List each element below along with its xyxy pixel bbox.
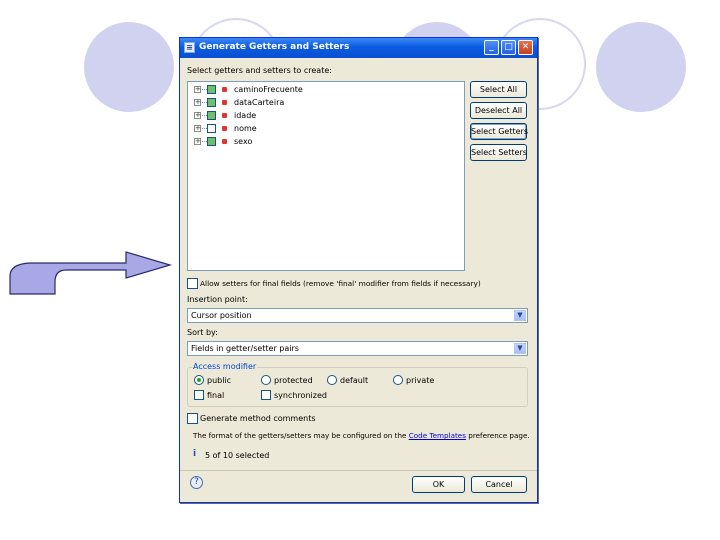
- tree-item[interactable]: + caminoFrecuente: [194, 84, 394, 95]
- radio-default-label: default: [340, 376, 369, 385]
- field-name: nome: [234, 124, 257, 133]
- field-icon: [222, 139, 227, 144]
- window-icon: ≡: [184, 42, 195, 53]
- generate-comments-label: Generate method comments: [200, 414, 316, 423]
- sort-by-label: Sort by:: [187, 328, 218, 337]
- field-icon: [222, 126, 227, 131]
- template-note-prefix: The format of the getters/setters may be…: [193, 431, 409, 440]
- final-checkbox[interactable]: [194, 390, 204, 400]
- tree-item[interactable]: + sexo: [194, 136, 394, 147]
- select-getters-button[interactable]: Select Getters: [470, 123, 528, 140]
- footer-separator: [180, 470, 537, 471]
- minimize-icon[interactable]: _: [484, 40, 499, 55]
- title-bar[interactable]: ≡ Generate Getters and Setters _ □ ✕: [180, 38, 537, 58]
- radio-protected[interactable]: [261, 375, 271, 385]
- allow-setters-label: Allow setters for final fields (remove '…: [200, 279, 481, 288]
- access-modifier-group: Access modifier: [187, 362, 528, 407]
- ok-button[interactable]: OK: [412, 476, 465, 493]
- expand-icon[interactable]: +: [194, 138, 201, 145]
- insertion-point-label: Insertion point:: [187, 295, 248, 304]
- radio-public[interactable]: [194, 375, 204, 385]
- synchronized-label: synchronized: [274, 391, 327, 400]
- radio-private-label: private: [406, 376, 435, 385]
- select-label: Select getters and setters to create:: [187, 66, 332, 75]
- synchronized-checkbox[interactable]: [261, 390, 271, 400]
- sort-by-select[interactable]: Fields in getter/setter pairs ▼: [187, 341, 528, 356]
- field-name: caminoFrecuente: [234, 85, 303, 94]
- dialog-title: Generate Getters and Setters: [199, 42, 350, 52]
- radio-public-label: public: [207, 376, 232, 385]
- field-name: dataCarteira: [234, 98, 285, 107]
- field-name: idade: [234, 111, 257, 120]
- access-modifier-label: Access modifier: [192, 362, 258, 371]
- select-setters-button[interactable]: Select Setters: [470, 144, 527, 161]
- tree-checkbox[interactable]: [207, 98, 216, 107]
- radio-private[interactable]: [393, 375, 403, 385]
- expand-icon[interactable]: +: [194, 112, 201, 119]
- deselect-all-button[interactable]: Deselect All: [470, 102, 527, 119]
- tree-item[interactable]: + nome: [194, 123, 394, 134]
- allow-setters-checkbox[interactable]: [187, 278, 198, 289]
- chevron-down-icon[interactable]: ▼: [514, 343, 526, 354]
- help-icon[interactable]: ?: [190, 476, 203, 489]
- tree-checkbox[interactable]: [207, 124, 216, 133]
- expand-icon[interactable]: +: [194, 86, 201, 93]
- chevron-down-icon[interactable]: ▼: [514, 310, 526, 321]
- deco-circle-3: [596, 22, 686, 112]
- info-icon: i: [193, 449, 197, 459]
- radio-protected-label: protected: [274, 376, 313, 385]
- tree-checkbox[interactable]: [207, 137, 216, 146]
- sort-by-value: Fields in getter/setter pairs: [191, 344, 299, 353]
- generate-comments-checkbox[interactable]: [187, 413, 198, 424]
- field-icon: [222, 100, 227, 105]
- insertion-point-value: Cursor position: [191, 311, 252, 320]
- cancel-button[interactable]: Cancel: [471, 476, 527, 493]
- tree-item[interactable]: + dataCarteira: [194, 97, 394, 108]
- template-note: The format of the getters/setters may be…: [193, 431, 530, 440]
- field-name: sexo: [234, 137, 253, 146]
- code-templates-link[interactable]: Code Templates: [409, 431, 466, 440]
- selection-status: 5 of 10 selected: [205, 451, 270, 460]
- expand-icon[interactable]: +: [194, 125, 201, 132]
- expand-icon[interactable]: +: [194, 99, 201, 106]
- tree-checkbox[interactable]: [207, 85, 216, 94]
- field-icon: [222, 113, 227, 118]
- radio-default[interactable]: [327, 375, 337, 385]
- template-note-suffix: preference page.: [465, 431, 530, 440]
- insertion-point-select[interactable]: Cursor position ▼: [187, 308, 528, 323]
- close-icon[interactable]: ✕: [518, 40, 533, 55]
- select-all-button[interactable]: Select All: [470, 81, 527, 98]
- tree-checkbox[interactable]: [207, 111, 216, 120]
- tree-item[interactable]: + idade: [194, 110, 394, 121]
- curved-arrow: [9, 251, 173, 295]
- deco-circle-1: [84, 22, 174, 112]
- fields-tree[interactable]: + caminoFrecuente + dataCarteira + idade…: [187, 81, 465, 271]
- maximize-icon[interactable]: □: [501, 40, 516, 55]
- final-label: final: [207, 391, 225, 400]
- field-icon: [222, 87, 227, 92]
